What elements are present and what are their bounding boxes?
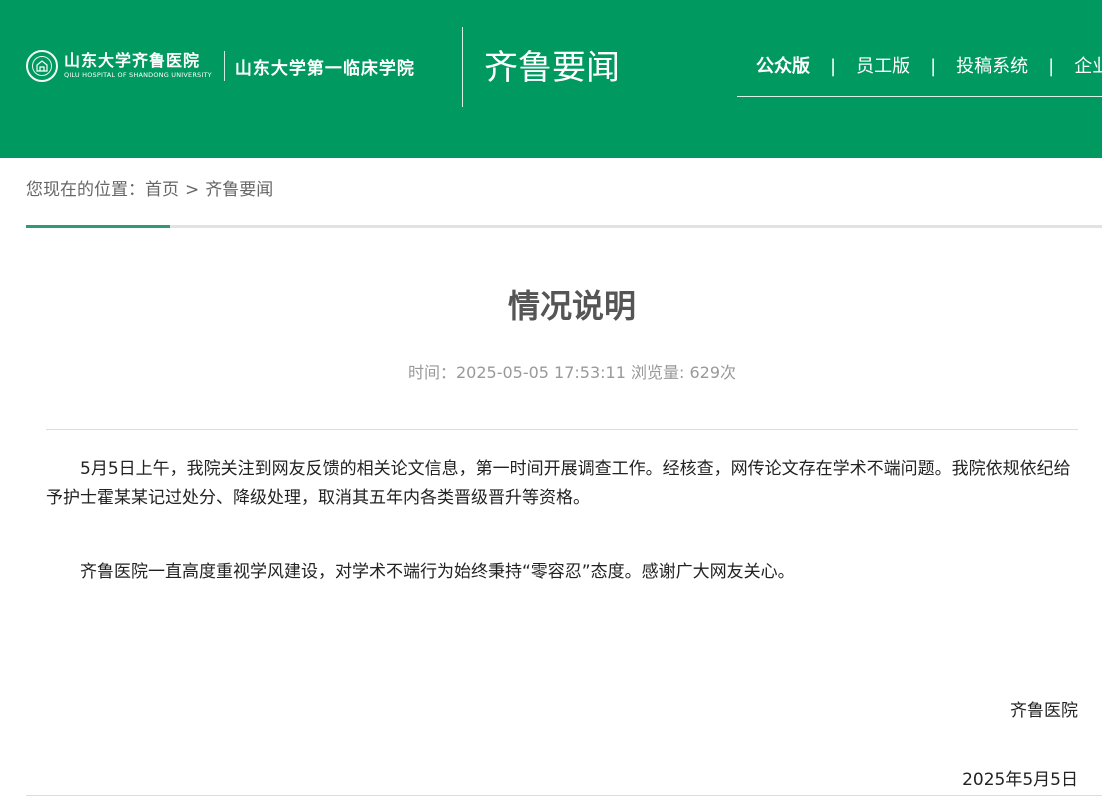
breadcrumb: 您现在的位置：首页 > 齐鲁要闻 bbox=[26, 177, 273, 203]
section-title: 齐鲁要闻 bbox=[484, 48, 620, 88]
school-name: 山东大学第一临床学院 bbox=[234, 58, 415, 79]
nav-item-public[interactable]: 公众版 bbox=[756, 54, 810, 80]
article-meta: 时间：2025-05-05 17:53:11 浏览量: 629次 bbox=[46, 361, 1098, 385]
article-title: 情况说明 bbox=[507, 287, 636, 325]
nav-item-staff[interactable]: 员工版 bbox=[856, 54, 910, 80]
breadcrumb-home-link[interactable]: 首页 bbox=[145, 180, 179, 200]
article-body: 5月5日上午，我院关注到网友反馈的相关论文信息，第一时间开展调查工作。经核查，网… bbox=[46, 455, 1080, 587]
meta-divider bbox=[46, 429, 1078, 430]
nav-underline bbox=[737, 96, 1102, 97]
nav-separator: | bbox=[1048, 56, 1055, 77]
article-date: 2025年5月5日 bbox=[962, 770, 1078, 790]
nav-separator: | bbox=[930, 56, 937, 77]
hospital-name-block: 山东大学齐鲁医院 QILU HOSPITAL OF SHANDONG UNIVE… bbox=[64, 52, 212, 80]
article-signature: 齐鲁医院 bbox=[1010, 701, 1078, 721]
hospital-name: 山东大学齐鲁医院 bbox=[64, 51, 201, 70]
footer-divider bbox=[26, 795, 1102, 796]
meta-views-label: 浏览量: bbox=[631, 363, 685, 382]
site-header: 山东大学齐鲁医院 QILU HOSPITAL OF SHANDONG UNIVE… bbox=[0, 0, 1102, 158]
breadcrumb-prefix: 您现在的位置： bbox=[26, 180, 145, 200]
meta-time-label: 时间： bbox=[407, 363, 456, 382]
top-nav: 公众版 | 员工版 | 投稿系统 | 企业 bbox=[756, 54, 1102, 80]
breadcrumb-current-link[interactable]: 齐鲁要闻 bbox=[205, 180, 273, 200]
article-paragraph: 齐鲁医院一直高度重视学风建设，对学术不端行为始终秉持“零容忍”态度。感谢广大网友… bbox=[80, 562, 795, 582]
hospital-emblem-icon bbox=[26, 50, 58, 82]
hospital-logo[interactable]: 山东大学齐鲁医院 QILU HOSPITAL OF SHANDONG UNIVE… bbox=[26, 48, 415, 84]
breadcrumb-separator: > bbox=[185, 180, 200, 200]
logo-divider bbox=[223, 51, 225, 81]
breadcrumb-bar-accent bbox=[26, 225, 170, 228]
nav-separator: | bbox=[830, 56, 837, 77]
header-divider bbox=[462, 27, 463, 107]
nav-item-enterprise[interactable]: 企业 bbox=[1074, 54, 1102, 80]
meta-time: 2025-05-05 17:53:11 bbox=[455, 363, 626, 382]
gate-icon bbox=[36, 60, 48, 72]
breadcrumb-bar bbox=[26, 225, 1102, 228]
article-paragraph: 5月5日上午，我院关注到网友反馈的相关论文信息，第一时间开展调查工作。经核查，网… bbox=[46, 459, 1071, 508]
nav-item-submission[interactable]: 投稿系统 bbox=[956, 54, 1028, 80]
meta-views: 629次 bbox=[689, 363, 737, 382]
hospital-name-en: QILU HOSPITAL OF SHANDONG UNIVERSITY bbox=[64, 71, 212, 79]
